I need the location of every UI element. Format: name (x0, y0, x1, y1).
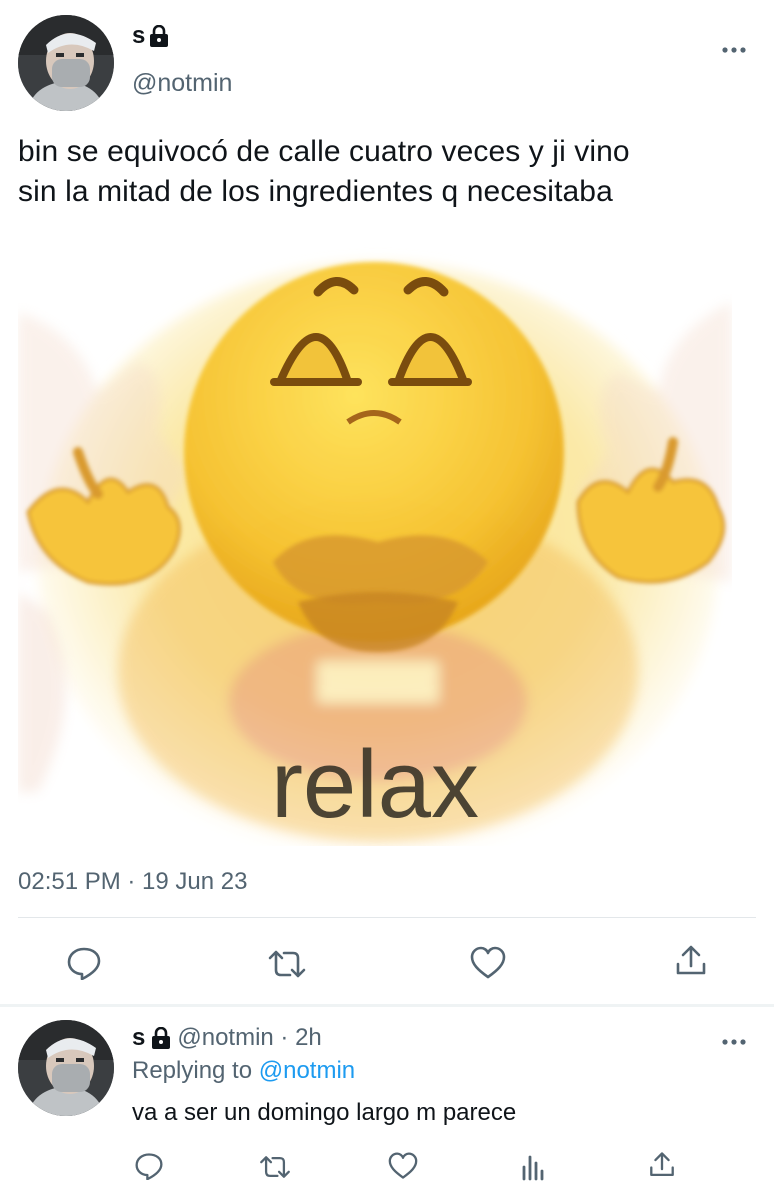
tweet-image[interactable]: relax (18, 232, 732, 846)
divider (0, 1004, 774, 1007)
image-caption: relax (271, 731, 479, 838)
retweet-icon[interactable] (266, 948, 308, 980)
lock-icon (149, 25, 169, 47)
reply-icon[interactable] (134, 1152, 164, 1180)
lock-icon (151, 1027, 171, 1049)
tweet-text-line: sin la mitad de los ingredientes q neces… (18, 175, 613, 208)
author-name-row: s (132, 22, 169, 50)
share-icon[interactable] (674, 944, 708, 978)
avatar[interactable] (18, 15, 114, 111)
divider (18, 917, 756, 918)
tweet-text-line: bin se equivocó de calle cuatro veces y … (18, 135, 630, 168)
display-name[interactable]: s (132, 1024, 145, 1052)
replying-to: Replying to @notmin (132, 1057, 355, 1085)
replying-handle-link[interactable]: @notmin (259, 1057, 355, 1084)
relax-emoji-image: relax (18, 232, 732, 846)
reply-icon[interactable] (66, 946, 102, 980)
tweet-timestamp[interactable]: 02:51 PM · 19 Jun 23 (18, 868, 247, 896)
tweet-text: bin se equivocó de calle cuatro veces y … (18, 132, 763, 212)
reply-text: va a ser un domingo largo m parece (132, 1099, 517, 1126)
reply-header: s @notmin · 2h (132, 1024, 322, 1052)
display-name[interactable]: s (132, 22, 145, 50)
handle-time[interactable]: @notmin · 2h (177, 1024, 321, 1052)
replying-prefix: Replying to (132, 1057, 253, 1084)
share-icon[interactable] (648, 1151, 676, 1179)
author-handle[interactable]: @notmin (132, 69, 232, 98)
avatar[interactable] (18, 1020, 114, 1116)
more-icon[interactable] (722, 1032, 746, 1046)
heart-icon[interactable] (470, 946, 506, 980)
retweet-icon[interactable] (258, 1154, 292, 1180)
heart-icon[interactable] (388, 1152, 418, 1180)
more-icon[interactable] (722, 40, 746, 54)
analytics-icon[interactable] (520, 1153, 548, 1181)
